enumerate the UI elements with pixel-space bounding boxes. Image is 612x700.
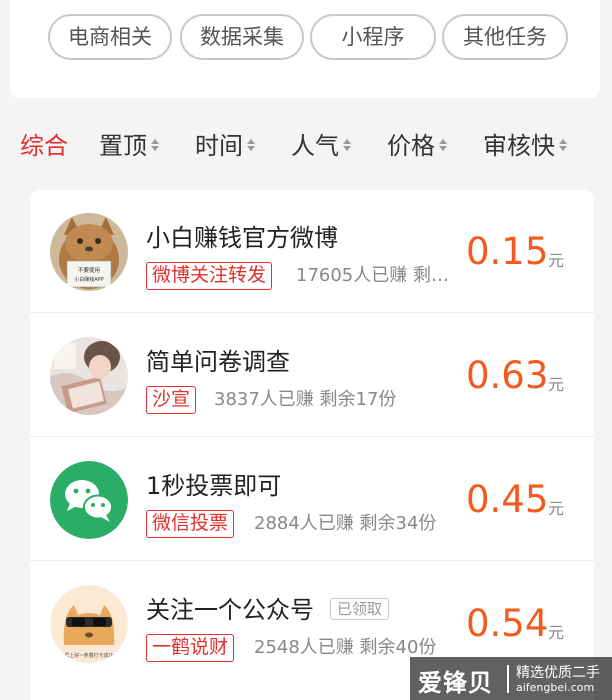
wechat-logo-icon (50, 461, 128, 539)
sort-arrows-icon (343, 139, 352, 151)
watermark-domain: aifengbei.com (516, 681, 595, 694)
price-unit: 元 (548, 251, 565, 270)
divider (30, 312, 594, 313)
sort-tab-pinned[interactable]: 置顶 (99, 130, 160, 162)
svg-text:不要使用: 不要使用 (78, 266, 100, 274)
price-unit: 元 (548, 499, 565, 518)
site-watermark: 爱锋贝 精选优质二手 aifengbei.com (410, 657, 612, 700)
task-meta: 2884人已赚 剩余34份 (254, 513, 437, 534)
task-price: 0.54 (466, 602, 549, 645)
sort-tab-label: 置顶 (99, 132, 147, 160)
sort-arrows-icon (439, 139, 448, 151)
sort-tab-fast-review[interactable]: 审核快 (483, 130, 568, 162)
claimed-badge: 已领取 (330, 598, 390, 620)
sort-tab-overall[interactable]: 综合 (20, 130, 68, 162)
task-title: 简单问卷调查 (146, 348, 290, 376)
sort-arrows-icon (247, 139, 256, 151)
category-chip-data-collection[interactable]: 数据采集 (180, 14, 304, 60)
task-item[interactable]: 简单问卷调查 沙宣 3837人已赚 剩余17份 0.63 元 (30, 314, 594, 437)
task-price: 0.63 (466, 354, 549, 397)
sort-tab-price[interactable]: 价格 (387, 130, 448, 162)
sort-arrows-icon (559, 139, 568, 151)
divider (30, 560, 594, 561)
category-bar: 电商相关 数据采集 小程序 其他任务 (10, 0, 600, 98)
task-tag: 一鹤说财 (146, 634, 235, 662)
price-unit: 元 (548, 375, 565, 394)
category-chip-ecommerce[interactable]: 电商相关 (48, 14, 172, 60)
category-chip-mini-program[interactable]: 小程序 (310, 14, 436, 60)
watermark-slogan: 精选优质二手 (516, 665, 600, 681)
task-tag: 微信投票 (146, 510, 235, 538)
sort-tab-label: 审核快 (483, 132, 555, 160)
watermark-divider (507, 665, 509, 693)
sort-tab-popularity[interactable]: 人气 (291, 130, 352, 162)
task-list: 不要使用 小白赚钱APP 小白赚钱官方微博 微博关注转发 17605人已赚 剩…… (30, 190, 594, 700)
task-item[interactable]: 不要使用 小白赚钱APP 小白赚钱官方微博 微博关注转发 17605人已赚 剩…… (30, 190, 594, 313)
task-price: 0.45 (466, 478, 549, 521)
cartoon-cat-avatar-icon: 早上好~养着打卡成功 (50, 585, 128, 663)
task-meta: 17605人已赚 剩… (296, 265, 449, 286)
task-tag: 微博关注转发 (146, 262, 273, 290)
divider (30, 436, 594, 437)
task-title: 1秒投票即可 (146, 472, 282, 500)
person-avatar-icon (50, 337, 128, 415)
task-tag: 沙宣 (146, 386, 197, 414)
sort-tab-label: 人气 (291, 132, 339, 160)
sort-tab-label: 时间 (195, 132, 243, 160)
category-chip-other-tasks[interactable]: 其他任务 (442, 14, 568, 60)
task-price: 0.15 (466, 230, 549, 273)
task-item[interactable]: 1秒投票即可 微信投票 2884人已赚 剩余34份 0.45 元 (30, 438, 594, 561)
sort-bar: 综合 置顶 时间 人气 价格 审核快 (0, 118, 612, 174)
sort-arrows-icon (151, 139, 160, 151)
price-unit: 元 (548, 623, 565, 642)
task-meta: 3837人已赚 剩余17份 (214, 389, 397, 410)
svg-text:早上好~养着打卡成功: 早上好~养着打卡成功 (64, 652, 113, 659)
sort-tab-label: 综合 (20, 132, 68, 160)
sort-tab-time[interactable]: 时间 (195, 130, 256, 162)
task-title: 小白赚钱官方微博 (146, 224, 338, 252)
watermark-brand: 爱锋贝 (418, 669, 493, 697)
sort-tab-label: 价格 (387, 132, 435, 160)
svg-text:小白赚钱APP: 小白赚钱APP (74, 276, 103, 283)
task-title-text: 关注一个公众号 (146, 596, 314, 624)
cat-avatar-icon: 不要使用 小白赚钱APP (50, 213, 128, 291)
task-title: 关注一个公众号 已领取 (146, 590, 390, 625)
